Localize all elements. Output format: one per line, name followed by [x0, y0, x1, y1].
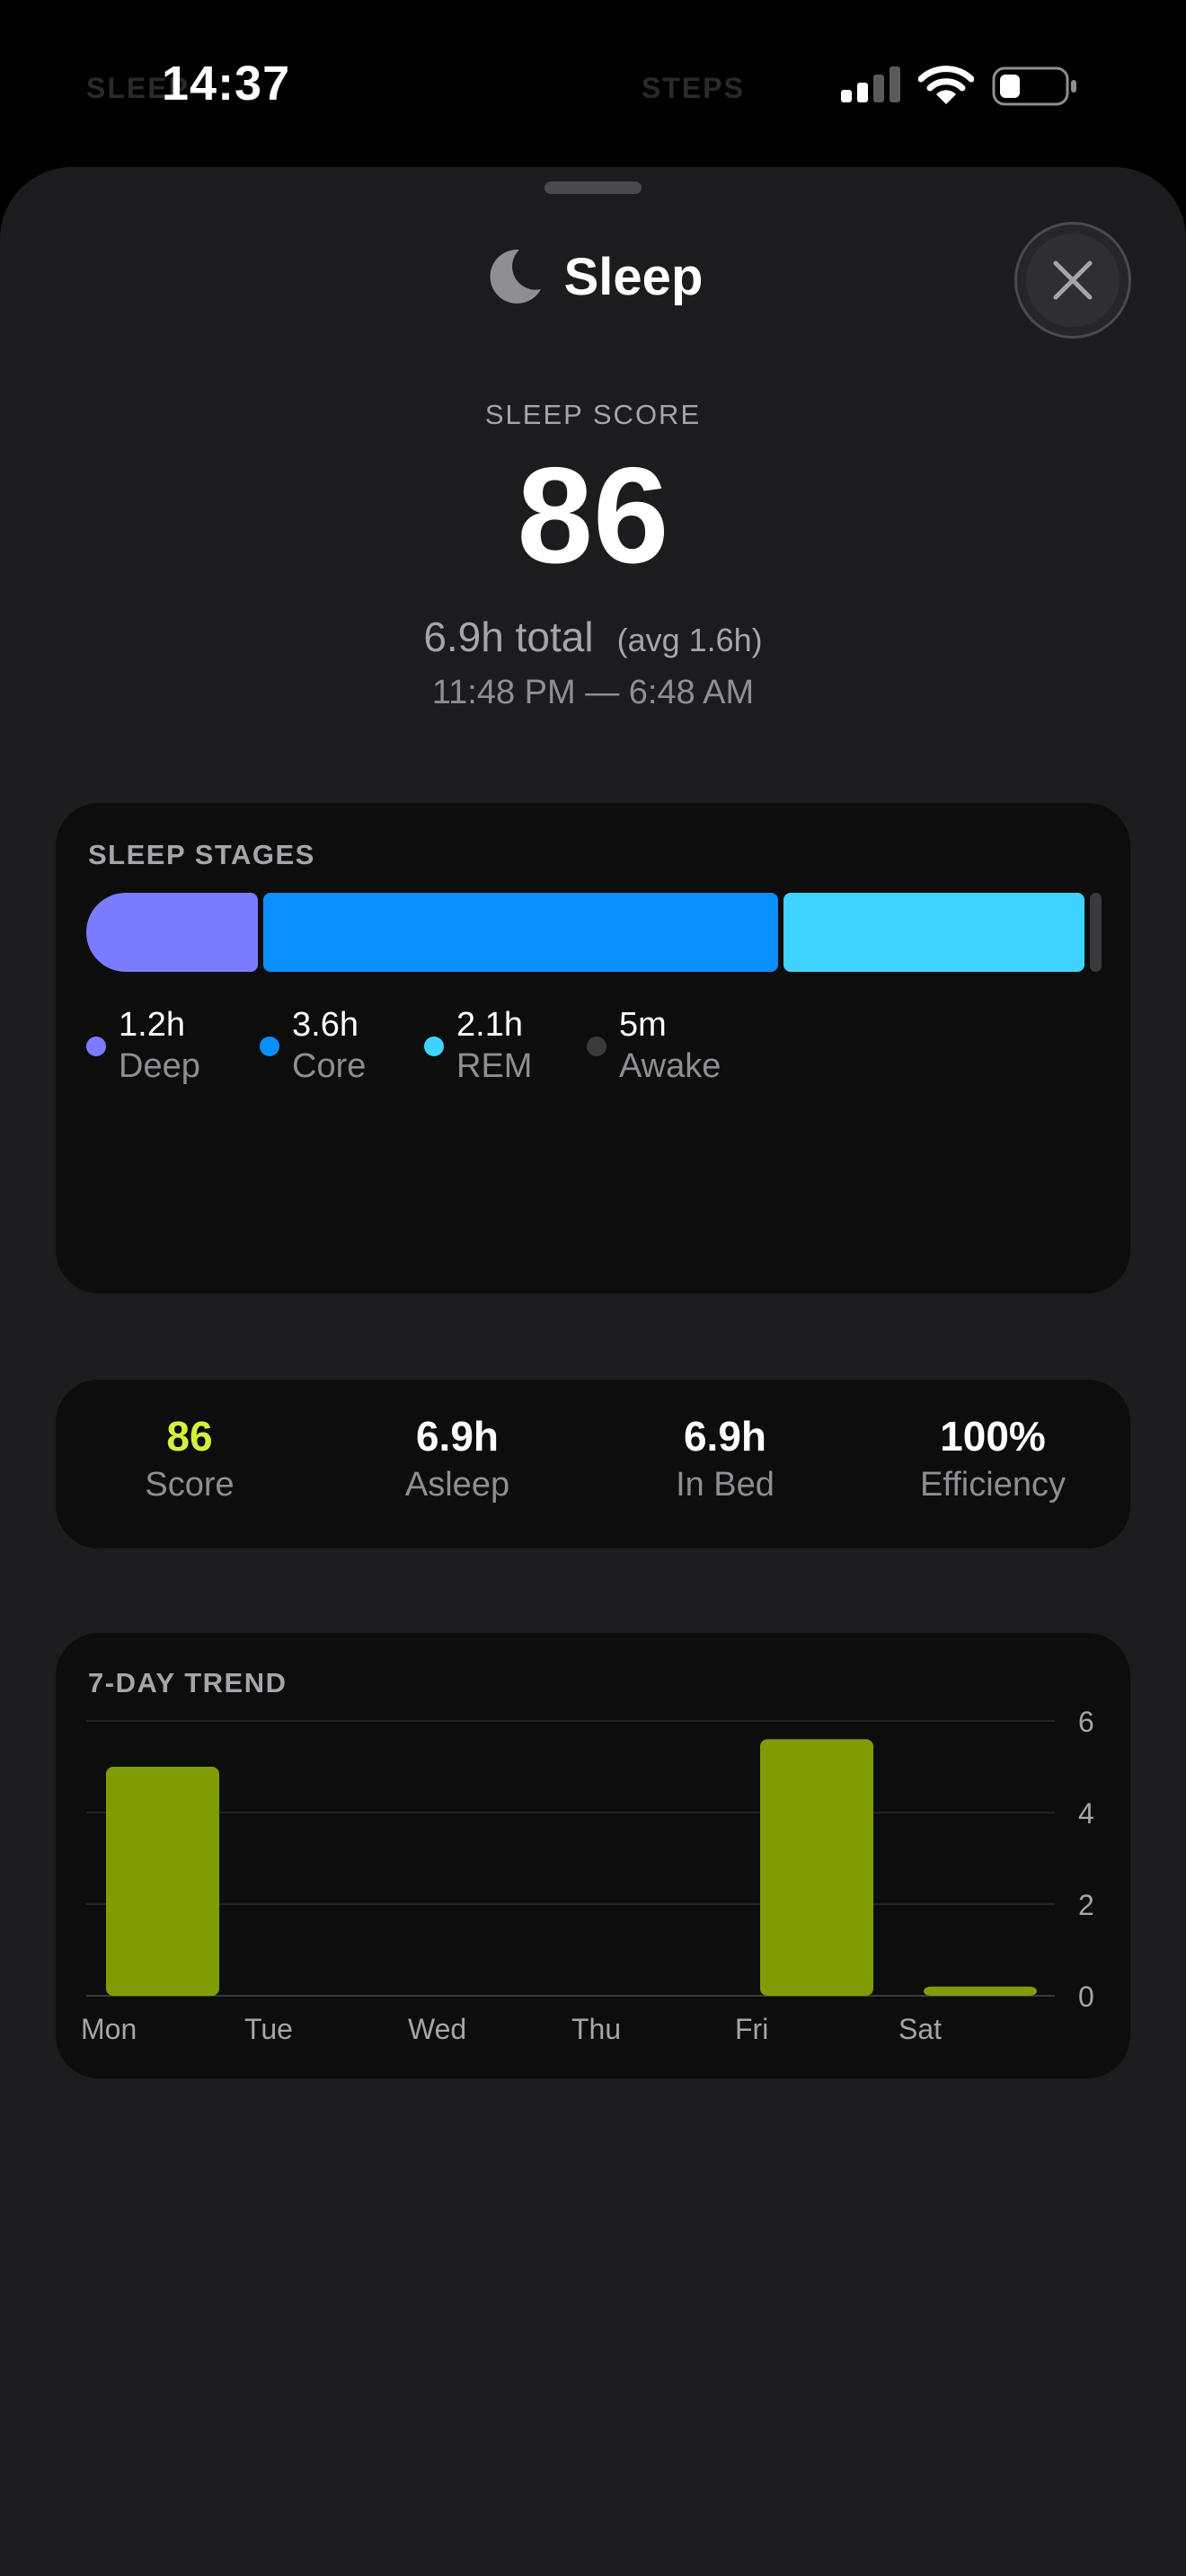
- sleep-stages-title: SLEEP STAGES: [88, 839, 315, 870]
- stat-value: 100%: [940, 1413, 1046, 1460]
- stat-value: 86: [166, 1413, 213, 1460]
- sleep-time-range: 11:48 PM — 6:48 AM: [431, 674, 755, 711]
- stage-segment-core: [263, 893, 779, 972]
- legend-value: 3.6h: [292, 1006, 358, 1044]
- sleep-total-row: 6.9h total (avg 1.6h): [0, 613, 1186, 661]
- x-tick-label: Sat: [898, 2013, 942, 2045]
- x-tick-label: Wed: [408, 2013, 466, 2045]
- legend-label: Deep: [119, 1047, 200, 1085]
- sleep-average: (avg 1.6h): [616, 622, 763, 658]
- sleep-stats-card: 86 Score 6.9h Asleep 6.9h In Bed 100% Ef…: [56, 1380, 1130, 1548]
- stat-value: 6.9h: [683, 1413, 767, 1460]
- stage-segment-awake: [1089, 893, 1102, 972]
- x-tick-label: Mon: [81, 2013, 137, 2045]
- sheet-grabber[interactable]: [544, 181, 642, 194]
- stat-label: Score: [145, 1466, 235, 1504]
- legend-label: REM: [456, 1047, 533, 1085]
- sleep-score-label: SLEEP SCORE: [484, 399, 702, 430]
- legend-dot: [587, 1037, 606, 1056]
- stat-score: 86 Score: [56, 1412, 323, 1504]
- sheet-title: Sleep: [563, 247, 704, 306]
- legend-dot: [260, 1037, 279, 1056]
- sleep-sheet: Sleep SLEEP SCORE 86 6.9h total (avg 1.6…: [0, 167, 1186, 2576]
- legend-dot: [424, 1037, 444, 1056]
- stat-value: 6.9h: [415, 1413, 500, 1460]
- stat-efficiency: 100% Efficiency: [859, 1412, 1127, 1504]
- stat-label: Efficiency: [920, 1466, 1066, 1504]
- trend-bar-mon: [106, 1767, 219, 1996]
- close-icon: [1053, 260, 1093, 300]
- legend-value: 2.1h: [456, 1006, 523, 1044]
- legend-label: Awake: [619, 1047, 721, 1085]
- moon-icon: [490, 249, 541, 304]
- sheet-header: Sleep: [0, 246, 1186, 307]
- sleep-score-value: 86: [517, 439, 669, 592]
- close-button[interactable]: [1014, 222, 1131, 339]
- y-tick-label: 4: [1078, 1797, 1094, 1830]
- trend-chart: 0 2 4 6 Mon Tue Wed Thu Fri Sat: [81, 1706, 1094, 2045]
- stage-segment-deep: [86, 893, 259, 972]
- stat-in-bed: 6.9h In Bed: [591, 1412, 859, 1504]
- cellular-signal-icon: [841, 66, 900, 102]
- status-bar: SLEEP STEPS 14:37: [0, 0, 1186, 171]
- x-tick-label: Thu: [571, 2013, 621, 2045]
- wifi-icon: [918, 66, 974, 104]
- trend-bar-sat: [924, 1986, 1037, 1996]
- stat-label: Asleep: [404, 1466, 510, 1504]
- x-tick-label: Fri: [735, 2013, 768, 2045]
- battery-icon: [992, 66, 1076, 106]
- sleep-stages-card: SLEEP STAGES 1.2h Deep 3.6h Core 2.1h RE…: [56, 803, 1130, 1293]
- y-tick-label: 6: [1078, 1706, 1094, 1738]
- status-clock: 14:37: [162, 57, 291, 110]
- sleep-stage-bar: [86, 893, 1102, 972]
- legend-dot: [86, 1037, 106, 1056]
- stat-asleep: 6.9h Asleep: [323, 1412, 591, 1504]
- sleep-total: 6.9h total: [423, 613, 594, 660]
- background-tab-steps: STEPS: [642, 72, 745, 104]
- trend-card: 7-DAY TREND 0 2 4 6 Mon Tue Wed Thu Fri Sat: [56, 1633, 1130, 2078]
- y-tick-label: 2: [1078, 1889, 1094, 1921]
- trend-bar-fri: [760, 1739, 873, 1996]
- legend-value: 5m: [619, 1006, 667, 1044]
- x-tick-label: Tue: [244, 2013, 293, 2045]
- y-tick-label: 0: [1078, 1981, 1094, 2013]
- legend-label: Core: [292, 1047, 367, 1085]
- legend-value: 1.2h: [119, 1006, 185, 1044]
- stat-label: In Bed: [676, 1466, 774, 1504]
- stage-segment-rem: [783, 893, 1084, 972]
